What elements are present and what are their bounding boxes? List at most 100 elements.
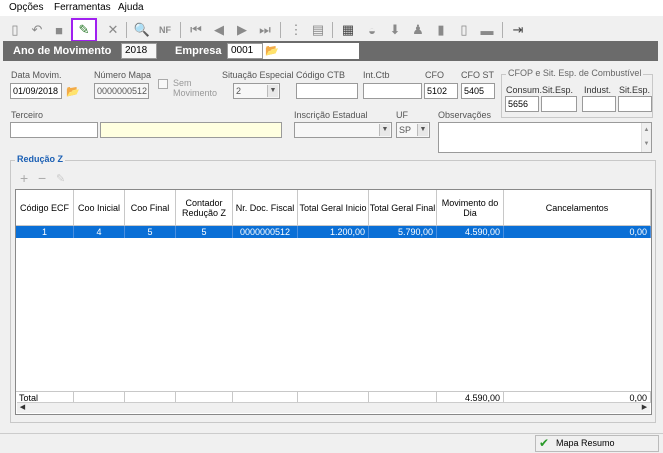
table-cell[interactable]: 0,00: [504, 226, 651, 238]
report-icon[interactable]: ▦: [338, 20, 358, 40]
table-cell[interactable]: 4.590,00: [437, 226, 504, 238]
minus-icon[interactable]: ▬: [477, 20, 497, 40]
doc2-icon[interactable]: ▯: [454, 20, 474, 40]
pencil-icon[interactable]: ✎: [56, 172, 65, 185]
prev-icon[interactable]: ◀: [209, 20, 229, 40]
indust-label: Indust.: [584, 85, 612, 95]
ano-movimento-field[interactable]: 2018: [121, 43, 157, 59]
minus-icon[interactable]: −: [38, 170, 46, 186]
exit-icon[interactable]: ⇥: [508, 20, 528, 40]
indust-field[interactable]: [582, 96, 616, 112]
int-ctb-field[interactable]: [363, 83, 422, 99]
uf-label: UF: [396, 110, 408, 120]
table-cell[interactable]: 0000000512: [233, 226, 298, 238]
inscricao-estadual-select[interactable]: ▼: [294, 122, 392, 138]
situacao-especial-label: Situação Especial: [222, 70, 294, 80]
add-icon[interactable]: +: [20, 170, 28, 186]
col-coo-inicial[interactable]: Coo Inicial: [74, 190, 125, 226]
undo-icon[interactable]: ↶: [27, 20, 47, 40]
stop-icon[interactable]: ■: [49, 20, 69, 40]
sem-movimento-checkbox[interactable]: [158, 79, 168, 89]
delete-icon[interactable]: ✕: [103, 20, 123, 40]
toolbar-separator: [332, 22, 333, 38]
horizontal-scrollbar[interactable]: ◀ ▶: [17, 402, 650, 413]
sit-esp-2-label: Sit.Esp.: [619, 85, 651, 95]
header-strip: Ano de Movimento 2018 Empresa 0001 📂: [3, 41, 658, 61]
numero-mapa-label: Número Mapa: [94, 70, 152, 80]
terceiro-code-field[interactable]: [10, 122, 98, 138]
terceiro-label: Terceiro: [11, 110, 44, 120]
cfo-st-field[interactable]: 5405: [461, 83, 495, 99]
chevron-down-icon[interactable]: ▼: [267, 85, 278, 97]
user-icon[interactable]: ♟: [408, 20, 428, 40]
cfo-label: CFO: [425, 70, 444, 80]
menu-opcoes[interactable]: Opções: [9, 2, 43, 13]
reducao-z-grid: Código ECF Coo Inicial Coo Final Contado…: [15, 189, 652, 415]
tree-icon[interactable]: ⋮: [286, 20, 306, 40]
menu-ferramentas[interactable]: Ferramentas: [54, 2, 111, 13]
terceiro-name-field[interactable]: [100, 122, 282, 138]
chevron-down-icon[interactable]: ▼: [417, 124, 428, 136]
empresa-field[interactable]: 0001: [227, 43, 263, 59]
toolbar-separator: [180, 22, 181, 38]
scroll-left-icon[interactable]: ◀: [17, 403, 28, 413]
new-icon[interactable]: ▯: [5, 20, 25, 40]
col-coo-final[interactable]: Coo Final: [125, 190, 176, 226]
chevron-down-icon[interactable]: ▼: [379, 124, 390, 136]
table-cell[interactable]: 5.790,00: [369, 226, 437, 238]
codigo-ctb-label: Código CTB: [296, 70, 346, 80]
observacoes-label: Observações: [438, 110, 492, 120]
list-icon[interactable]: ▤: [308, 20, 328, 40]
cfo-field[interactable]: 5102: [424, 83, 458, 99]
col-contador-reducao-z[interactable]: Contador Redução Z: [176, 190, 233, 226]
toolbar-separator: [126, 22, 127, 38]
sit-esp-1-field[interactable]: [541, 96, 577, 112]
col-movimento-do-dia[interactable]: Movimento do Dia: [437, 190, 504, 226]
codigo-ctb-field[interactable]: [296, 83, 358, 99]
situacao-especial-select[interactable]: 2 ▼: [233, 83, 280, 99]
uf-select[interactable]: SP ▼: [396, 122, 430, 138]
col-total-geral-inicio[interactable]: Total Geral Inicio: [298, 190, 369, 226]
preview-icon[interactable]: 🔍: [132, 20, 152, 40]
col-cancelamentos[interactable]: Cancelamentos: [504, 190, 651, 226]
table-cell[interactable]: 1.200,00: [298, 226, 369, 238]
cfo-st-label: CFO ST: [461, 70, 494, 80]
data-movim-label: Data Movim.: [11, 70, 62, 80]
consum-field[interactable]: 5656: [505, 96, 539, 112]
sem-movimento-label-2: Movimento: [173, 88, 218, 98]
last-icon[interactable]: ⏭: [255, 20, 275, 40]
col-nr-doc-fiscal[interactable]: Nr. Doc. Fiscal: [233, 190, 298, 226]
sit-esp-1-label: Sit.Esp.: [542, 85, 574, 95]
table-cell[interactable]: 5: [125, 226, 176, 238]
next-icon[interactable]: ▶: [232, 20, 252, 40]
data-movim-field[interactable]: 01/09/2018: [10, 83, 62, 99]
scroll-right-icon[interactable]: ▶: [639, 403, 650, 413]
table-cell[interactable]: 5: [176, 226, 233, 238]
sit-esp-2-field[interactable]: [618, 96, 652, 112]
int-ctb-label: Int.Ctb: [363, 70, 390, 80]
col-total-geral-final[interactable]: Total Geral Final: [369, 190, 437, 226]
edit-icon[interactable]: ✎: [71, 18, 97, 42]
toolbar-separator: [502, 22, 503, 38]
nf-icon[interactable]: NF: [155, 20, 175, 40]
toolbar: ▯ ↶ ■ ✎ ✕ 🔍 NF ⏮ ◀ ▶ ⏭ ⋮ ▤ ▦ ◒ ⬇ ♟ ▮ ▯ ▬…: [0, 16, 663, 43]
doc-icon[interactable]: ▮: [431, 20, 451, 40]
numero-mapa-field[interactable]: 0000000512: [94, 83, 149, 99]
first-icon[interactable]: ⏮: [186, 20, 206, 40]
folder-icon[interactable]: 📂: [265, 44, 279, 57]
export-icon[interactable]: ⬇: [385, 20, 405, 40]
table-cell[interactable]: 4: [74, 226, 125, 238]
table-cell[interactable]: 1: [16, 226, 74, 238]
check-icon: ✔: [539, 436, 550, 450]
col-codigo-ecf[interactable]: Código ECF: [16, 190, 74, 226]
menu-ajuda[interactable]: Ajuda: [118, 2, 144, 13]
observacoes-scrollbar[interactable]: ▲ ▼: [641, 123, 651, 152]
inscricao-estadual-label: Inscrição Estadual: [294, 110, 368, 120]
consum-label: Consum.: [506, 85, 543, 95]
reducao-z-title: Redução Z: [15, 154, 66, 164]
situacao-especial-value: 2: [236, 86, 242, 96]
folder-icon[interactable]: 📂: [66, 85, 80, 98]
ano-movimento-label: Ano de Movimento: [13, 45, 112, 57]
chart-icon[interactable]: ◒: [362, 20, 382, 40]
observacoes-textarea[interactable]: ▲ ▼: [438, 122, 652, 153]
